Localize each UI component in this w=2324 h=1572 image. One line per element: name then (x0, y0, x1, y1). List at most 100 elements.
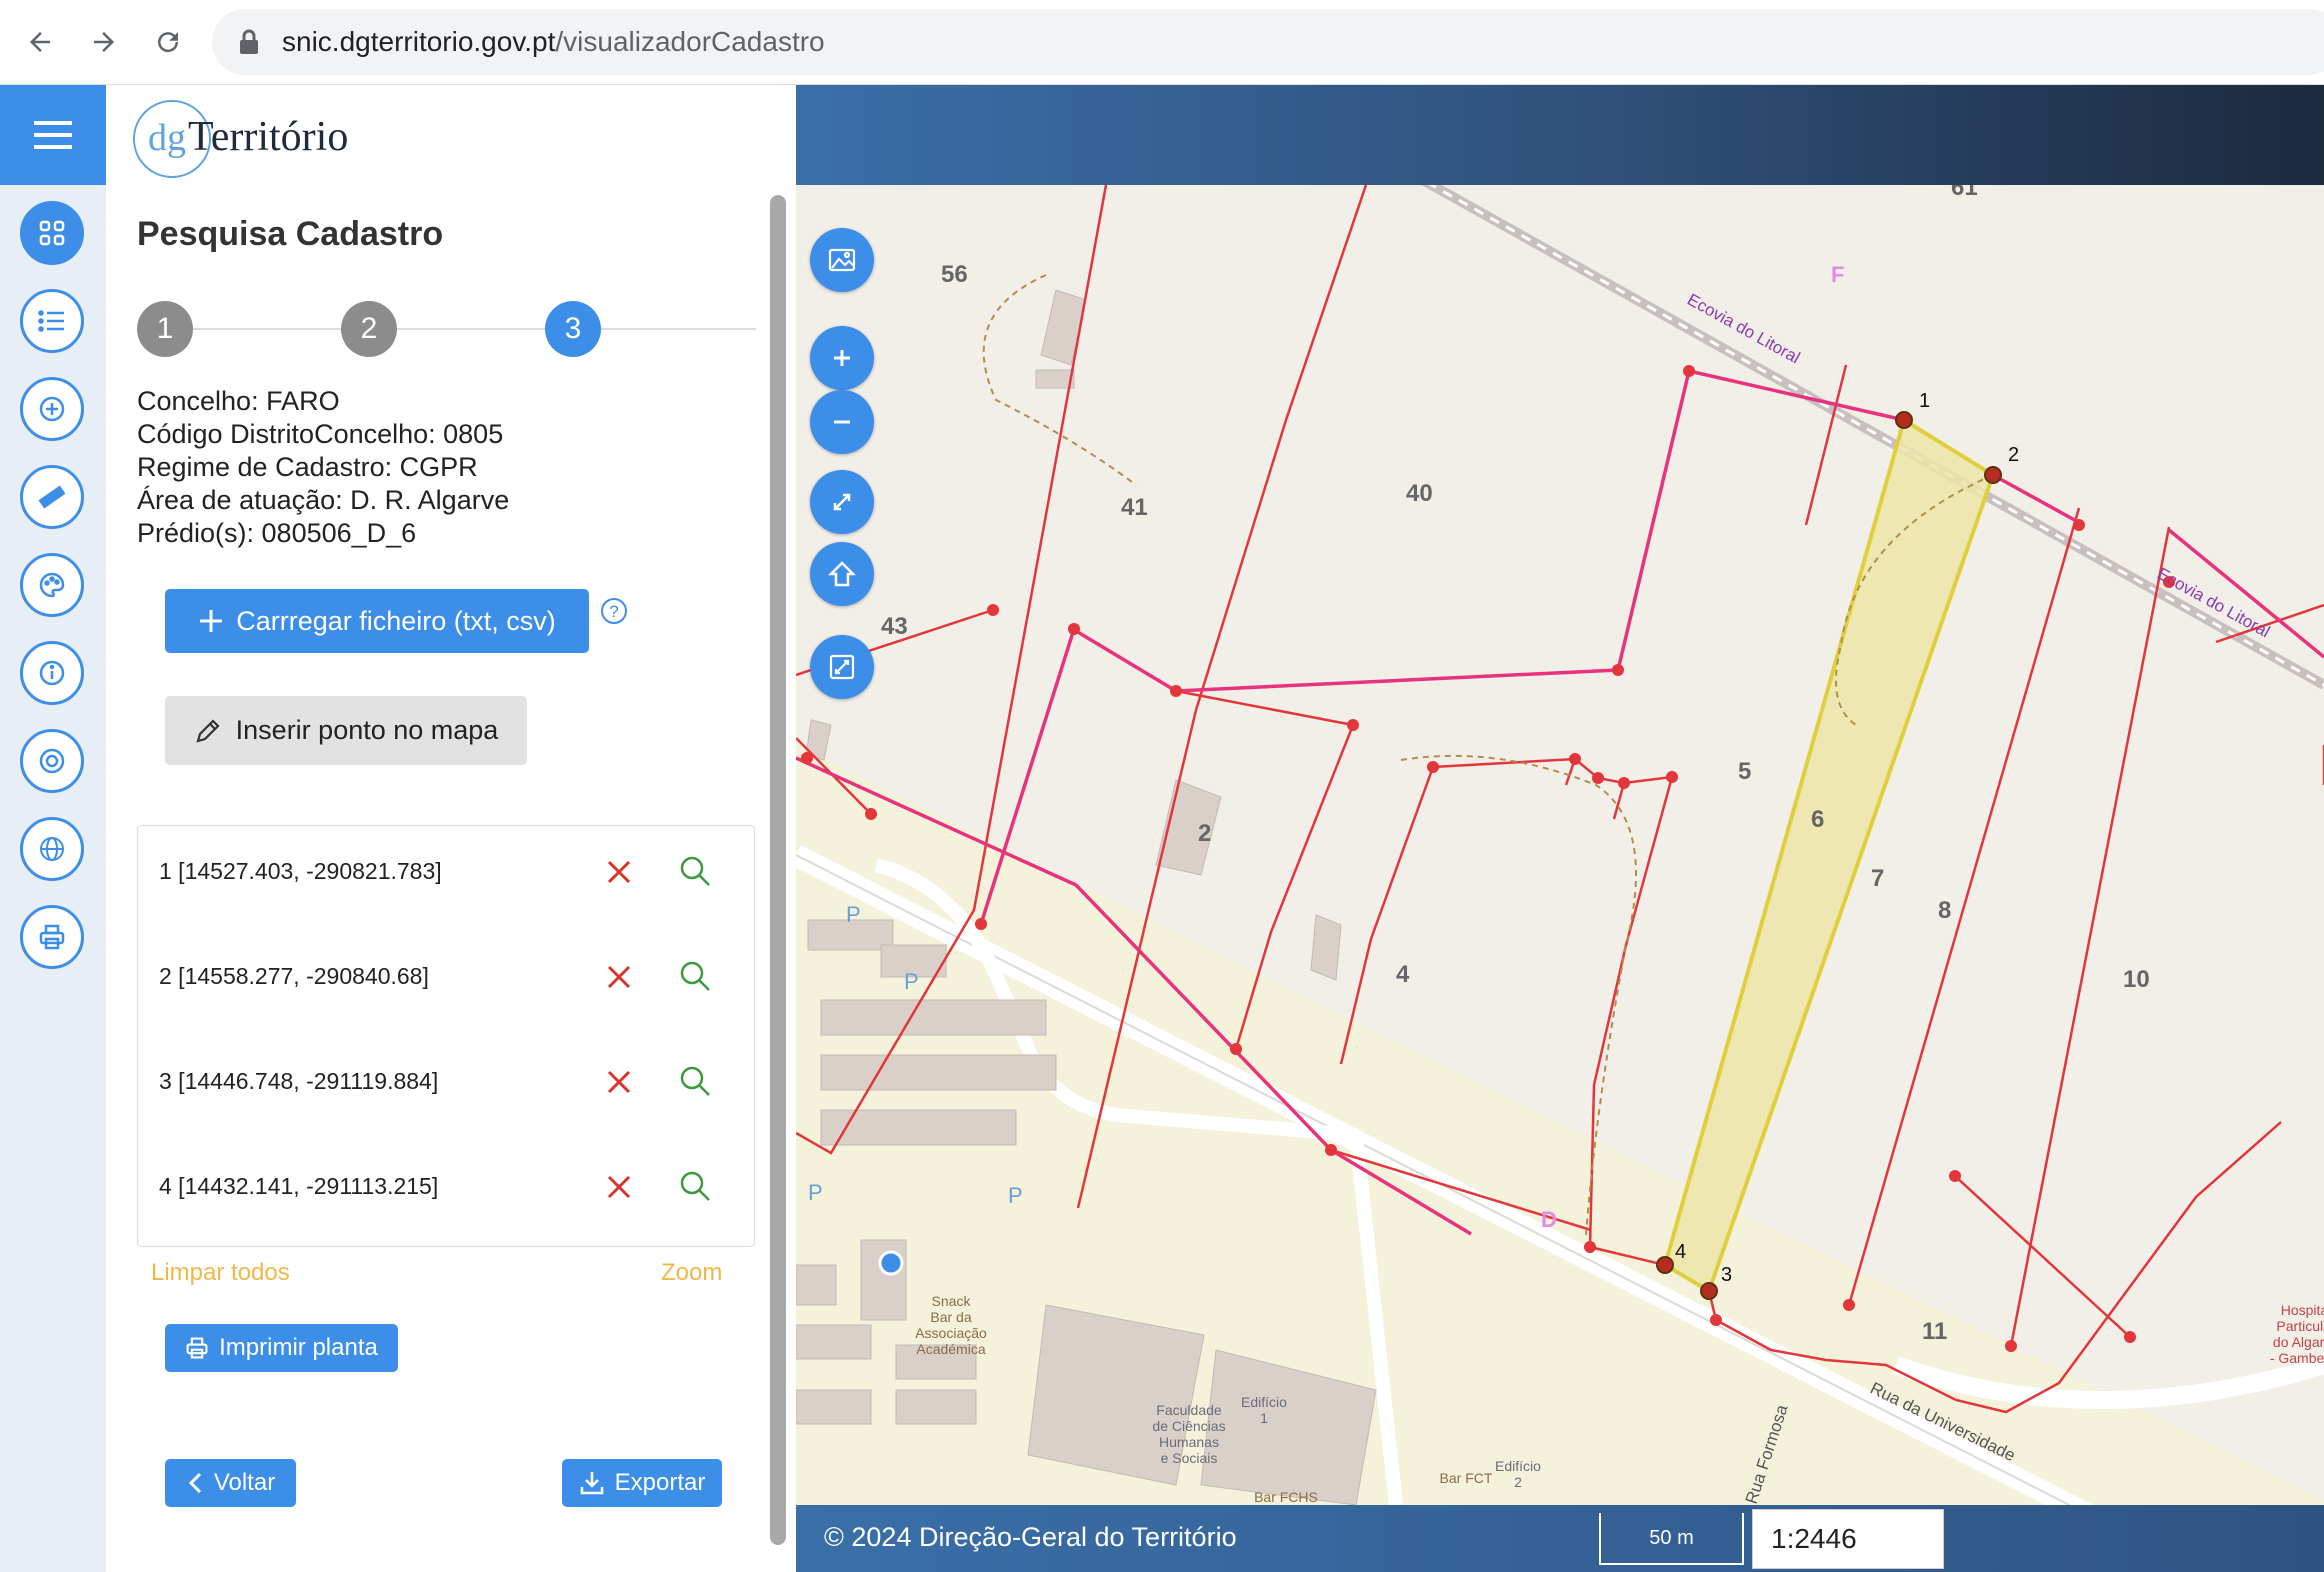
browser-toolbar: snic.dgterritorio.gov.pt/visualizadorCad… (0, 0, 2324, 85)
parcel-label: 6 (1811, 806, 1824, 833)
parcel-label: 5 (1738, 758, 1751, 785)
print-icon (186, 1337, 208, 1359)
plus-icon (834, 350, 850, 366)
delete-x-icon[interactable] (603, 1066, 635, 1098)
rail-info-button[interactable] (20, 641, 84, 705)
info-codigo: Código DistritoConcelho: 0805 (137, 419, 504, 449)
scale-input[interactable]: 1:2446 (1752, 1509, 1944, 1569)
fullscreen-icon (829, 654, 855, 680)
zoom-search-icon[interactable] (678, 1064, 712, 1098)
target-icon (39, 748, 65, 774)
poi-label: Académica (916, 1341, 985, 1357)
zoom-search-icon[interactable] (678, 959, 712, 993)
point-coordinates: 1 [14527.403, -290821.783] (159, 858, 442, 884)
url-text: snic.dgterritorio.gov.pt/visualizadorCad… (282, 26, 825, 57)
chevron-left-icon (188, 1472, 201, 1494)
panel-title: Pesquisa Cadastro (137, 215, 444, 253)
parking-label: P (808, 1180, 823, 1205)
print-plan-button[interactable]: Imprimir planta (165, 1324, 398, 1372)
basemap-button[interactable] (810, 228, 874, 292)
print-icon (39, 924, 65, 950)
info-area: Área de atuação: D. R. Algarve (137, 485, 510, 515)
rail-add-button[interactable] (20, 377, 84, 441)
info-regime: Regime de Cadastro: CGPR (137, 452, 478, 482)
rail-print-button[interactable] (20, 905, 84, 969)
insert-point-button[interactable]: Inserir ponto no mapa (165, 696, 527, 765)
list-icon (38, 310, 64, 332)
back-arrow-icon[interactable] (18, 20, 62, 64)
poi-label: do Algarve (2273, 1334, 2324, 1350)
poi-label: de Ciências (1152, 1418, 1225, 1434)
zoom-search-icon[interactable] (678, 1169, 712, 1203)
delete-x-icon[interactable] (603, 1171, 635, 1203)
upload-file-label: Carrregar ficheiro (txt, csv) (236, 605, 556, 636)
home-button[interactable] (810, 542, 874, 606)
rail-globe-button[interactable] (20, 817, 84, 881)
parcel-label: 43 (881, 613, 908, 640)
fullscreen-button[interactable] (810, 635, 874, 699)
tool-rail (0, 185, 106, 1572)
vertex-label: 1 (1919, 390, 1930, 412)
step-2[interactable]: 2 (341, 301, 397, 357)
vertex-label: 2 (2008, 444, 2019, 466)
address-bar[interactable]: snic.dgterritorio.gov.pt/visualizadorCad… (212, 9, 2324, 75)
poi-label: 1 (1260, 1410, 1268, 1426)
help-icon[interactable]: ? (600, 597, 628, 625)
upload-file-button[interactable]: Carrregar ficheiro (txt, csv) (165, 589, 589, 653)
zoom-out-button[interactable] (810, 390, 874, 454)
copyright-text: © 2024 Direção-Geral do Território (824, 1522, 1237, 1552)
export-button[interactable]: Exportar (562, 1459, 722, 1507)
logo-territorio-text: Território (188, 114, 348, 160)
info-predios: Prédio(s): 080506_D_6 (137, 518, 417, 548)
parking-label: P (1008, 1183, 1023, 1208)
map-footer: © 2024 Direção-Geral do Território 50 m … (796, 1505, 2324, 1572)
location-marker (878, 1250, 904, 1276)
download-icon (580, 1472, 603, 1495)
rail-measure-button[interactable] (20, 465, 84, 529)
vertex-label: 3 (1721, 1264, 1732, 1286)
poi-label: Bar da (930, 1309, 971, 1325)
delete-x-icon[interactable] (603, 961, 635, 993)
poi-label: e Sociais (1161, 1450, 1218, 1466)
info-icon (39, 660, 65, 686)
back-button[interactable]: Voltar (165, 1459, 296, 1507)
stepper-line (166, 328, 756, 330)
parcel-label: 4 (1396, 961, 1410, 988)
zoom-link[interactable]: Zoom (661, 1259, 722, 1287)
step-3[interactable]: 3 (545, 301, 601, 357)
rail-style-button[interactable] (20, 553, 84, 617)
delete-x-icon[interactable] (603, 856, 635, 888)
poi-label: Bar FCT (1440, 1470, 1493, 1486)
step-1[interactable]: 1 (137, 301, 193, 357)
map-letter: F (1831, 262, 1844, 287)
rail-list-button[interactable] (20, 289, 84, 353)
parcel-label: 61 (1951, 185, 1978, 201)
point-coordinates: 2 [14558.277, -290840.68] (159, 963, 429, 989)
pencil-icon (196, 718, 220, 743)
point-coordinates: 4 [14432.141, -291113.215] (159, 1173, 439, 1199)
map-view[interactable]: P P P P 1 2 3 4 56 61 41 40 43 2 5 6 7 8… (796, 185, 2324, 1505)
zoom-in-button[interactable] (810, 326, 874, 390)
ruler-icon (38, 485, 66, 509)
scale-bar: 50 m (1599, 1513, 1744, 1565)
rail-grid-button[interactable] (20, 201, 84, 265)
home-icon (828, 561, 856, 587)
parcel-label: 11 (1922, 1318, 1947, 1345)
forward-arrow-icon[interactable] (82, 20, 126, 64)
parking-label: P (846, 902, 861, 927)
full-extent-button[interactable] (810, 470, 874, 534)
poi-label: Bar FCHS (1254, 1489, 1318, 1505)
hamburger-menu-button[interactable] (0, 85, 106, 185)
export-label: Exportar (614, 1469, 706, 1496)
reload-icon[interactable] (146, 20, 190, 64)
zoom-search-icon[interactable] (678, 854, 712, 888)
poi-label: Associação (915, 1325, 987, 1341)
panel-scrollbar[interactable] (770, 195, 786, 1545)
rail-target-button[interactable] (20, 729, 84, 793)
vertex-label: 4 (1675, 1241, 1686, 1263)
hamburger-icon (34, 121, 72, 149)
point-coordinates: 3 [14446.748, -291119.884] (159, 1068, 439, 1094)
poi-label: Faculdade (1156, 1402, 1222, 1418)
clear-all-link[interactable]: Limpar todos (151, 1259, 290, 1287)
point-row: 3 [14446.748, -291119.884] (138, 1046, 754, 1116)
